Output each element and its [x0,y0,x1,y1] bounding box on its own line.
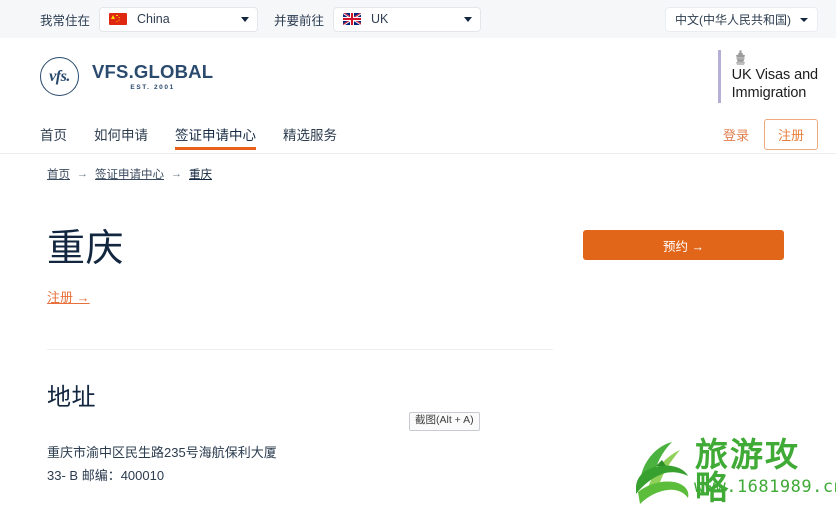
nav-item-label: 精选服务 [283,128,337,143]
login-link[interactable]: 登录 [723,125,749,144]
china-flag-icon [109,13,128,25]
main-navigation: 首页 如何申请 签证申请中心 精选服务 登录 注册 [0,115,836,154]
nav-item-label: 签证申请中心 [175,128,256,143]
breadcrumb-item-chongqing[interactable]: 重庆 [189,166,212,182]
breadcrumb-item-home[interactable]: 首页 [47,166,70,182]
site-header: vfs. VFS.GLOBAL EST. 2001 UK Visas and I [0,38,836,115]
destination-label: 并要前往 [274,13,325,28]
ukvi-line-1: UK Visas and [731,67,818,84]
chevron-down-icon [464,16,473,22]
nav-items: 首页 如何申请 签证申请中心 精选服务 [40,115,337,153]
residence-country-value: China [137,12,170,26]
hero-left-column: 重庆 注册 → [47,228,124,307]
royal-crown-icon [735,50,745,65]
breadcrumb-separator: → [77,168,88,180]
language-select[interactable]: 中文(中华人民共和国) [665,7,818,32]
vfs-monogram-text: vfs. [49,67,70,85]
uk-visas-immigration-logo: UK Visas and Immigration [717,50,818,103]
uk-flag-icon [343,13,362,25]
screenshot-shortcut-tooltip: 截图(Alt + A) [409,412,480,431]
breadcrumb-separator: → [171,168,182,180]
nav-item-premium-services[interactable]: 精选服务 [283,115,337,153]
page-title: 重庆 [47,228,125,270]
vfs-monogram-icon: vfs. [40,57,79,96]
address-section-title: 地址 [47,383,96,411]
chevron-down-icon [241,16,250,22]
address-line-2: B 邮编：400010 [69,468,165,484]
nav-account-actions: 登录 注册 [723,115,818,153]
breadcrumb-item-visa-application-centre[interactable]: 签证申请中心 [95,166,164,182]
destination-country-select[interactable]: UK [333,6,482,32]
address-text: 重庆市渝中区民生路235号海航保利大厦33- B 邮编：400010 [47,442,289,488]
hero-section: 重庆 注册 → 预约 → [0,182,836,307]
brand-established: EST. 2001 [130,84,175,92]
vfs-global-logo[interactable]: vfs. VFS.GLOBAL EST. 2001 [40,57,213,96]
hero-register-link[interactable]: 注册 → [47,287,90,306]
register-button[interactable]: 注册 [763,118,818,150]
brand-wordmark: VFS.GLOBAL EST. 2001 [92,60,214,92]
destination-country-value: UK [371,12,389,26]
top-utility-bar: 我常住在 China 并要前往 UK 中文(中华人民共和国) [0,0,836,38]
breadcrumb: 首页 → 签证申请中心 → 重庆 [0,154,836,182]
residence-country-select[interactable]: China [99,6,259,32]
language-value: 中文(中华人民共和国) [675,13,791,27]
book-appointment-button[interactable]: 预约 → [583,230,784,260]
nav-item-label: 首页 [40,128,67,143]
residence-label: 我常住在 [40,13,91,28]
ukvi-line-2: Immigration [731,85,807,101]
nav-item-how-to-apply[interactable]: 如何申请 [94,115,148,153]
nav-item-home[interactable]: 首页 [40,115,67,153]
brand-name: VFS.GLOBAL [92,60,214,82]
nav-item-visa-application-centre[interactable]: 签证申请中心 [175,115,256,153]
chevron-down-icon [800,17,808,22]
nav-item-label: 如何申请 [94,128,148,143]
